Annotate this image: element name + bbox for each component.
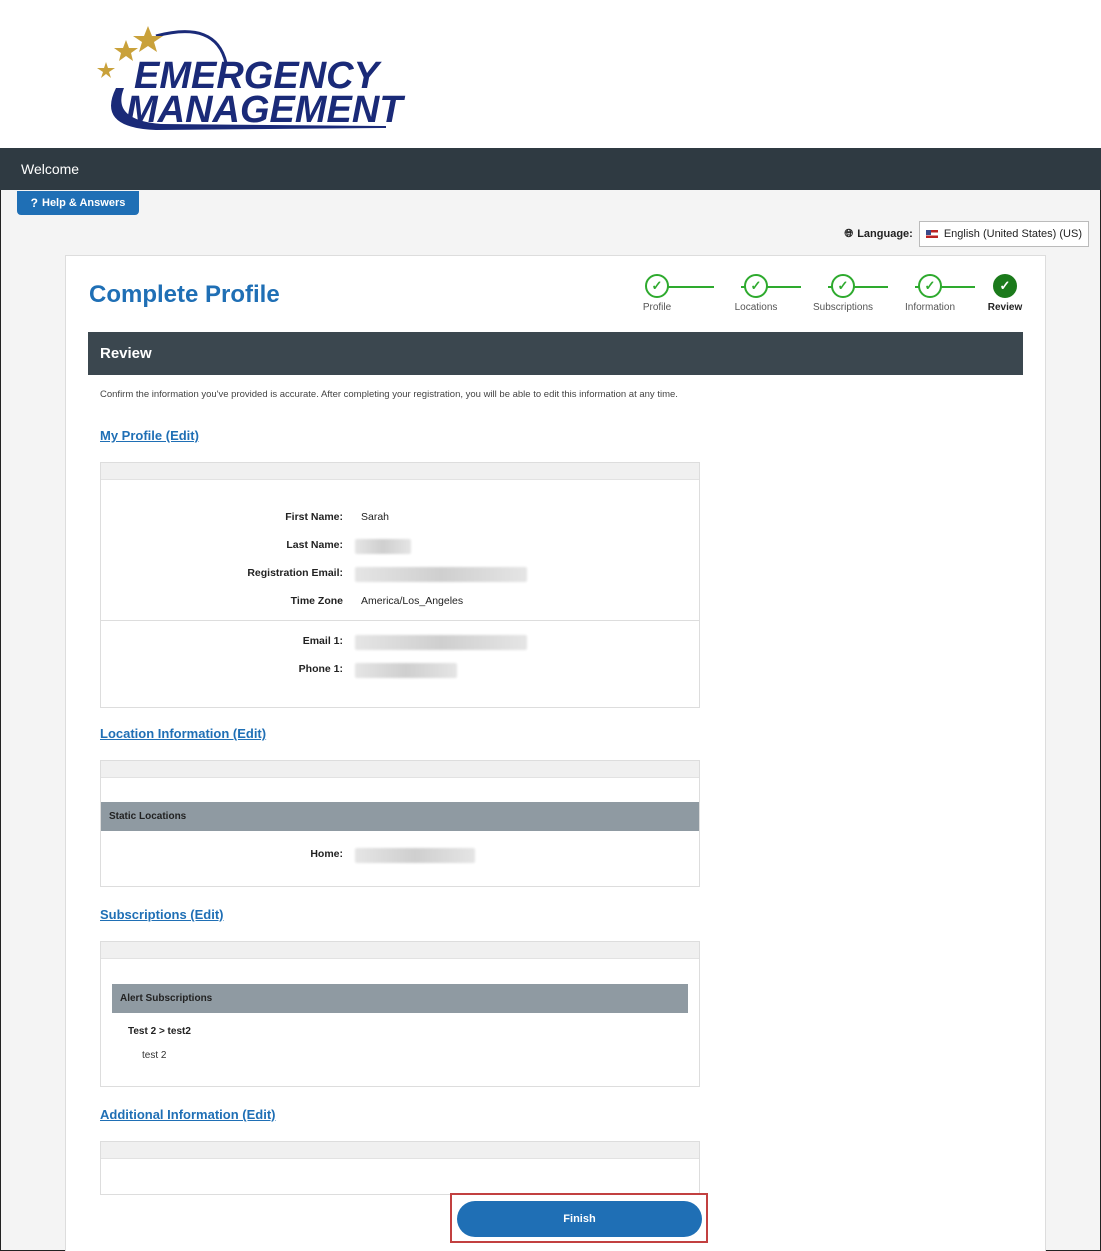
step-label: Locations <box>734 302 778 313</box>
field-label: First Name: <box>285 511 343 523</box>
panel-header-band <box>101 761 699 778</box>
field-phone-1: Phone 1: <box>101 663 701 679</box>
field-label: Home: <box>310 848 343 860</box>
location-panel: Static Locations Home: <box>100 760 700 887</box>
page-title: Complete Profile <box>89 281 280 308</box>
language-selected: English (United States) (US) <box>943 228 1082 240</box>
additional-info-panel <box>100 1141 700 1195</box>
step-locations[interactable]: ✓ Locations <box>711 274 801 313</box>
emergency-management-logo: EMERGENCY MANAGEMENT <box>97 26 405 131</box>
field-label: Last Name: <box>286 539 343 551</box>
step-label: Review <box>987 302 1023 313</box>
field-label: Email 1: <box>302 635 343 647</box>
subscription-item-title: Test 2 > test2 <box>128 1026 191 1037</box>
language-label-text: Language: <box>857 228 913 240</box>
field-label: Time Zone <box>290 595 343 607</box>
logo-line2: MANAGEMENT <box>126 89 405 131</box>
step-label: Profile <box>642 302 672 313</box>
panel-header-band <box>101 1142 699 1159</box>
step-label: Subscriptions <box>812 302 874 313</box>
check-icon: ✓ <box>744 274 768 298</box>
panel-header-band <box>101 942 699 959</box>
redacted-value <box>355 663 457 678</box>
language-selector: 🌐︎ Language: English (United States) (US… <box>844 221 1089 247</box>
check-icon: ✓ <box>645 274 669 298</box>
profile-card: Complete Profile ✓ Profile ✓ Locations ✓… <box>65 255 1046 1251</box>
welcome-text: Welcome <box>21 161 80 177</box>
confirm-text: Confirm the information you've provided … <box>100 389 678 400</box>
welcome-bar: Welcome <box>0 148 1101 190</box>
question-icon: ? <box>30 196 38 210</box>
field-home: Home: <box>101 848 701 864</box>
static-locations-header: Static Locations <box>101 802 699 831</box>
my-profile-edit-link[interactable]: My Profile (Edit) <box>100 428 199 443</box>
my-profile-panel: First Name: Sarah Last Name: Registratio… <box>100 462 700 708</box>
redacted-value <box>355 848 475 863</box>
redacted-value <box>355 567 527 582</box>
header: EMERGENCY MANAGEMENT <box>0 0 1101 148</box>
check-icon: ✓ <box>831 274 855 298</box>
field-time-zone: Time Zone America/Los_Angeles <box>101 595 701 611</box>
field-registration-email: Registration Email: <box>101 567 701 583</box>
field-email-1: Email 1: <box>101 635 701 651</box>
review-header: Review <box>88 332 1023 375</box>
field-last-name: Last Name: <box>101 539 701 555</box>
field-value: Sarah <box>361 511 390 523</box>
field-label: Registration Email: <box>247 567 343 579</box>
language-label: 🌐︎ Language: <box>844 228 912 241</box>
help-answers-label: Help & Answers <box>42 197 126 209</box>
step-subscriptions[interactable]: ✓ Subscriptions <box>798 274 888 313</box>
subscriptions-panel: Alert Subscriptions Test 2 > test2 test … <box>100 941 700 1087</box>
divider <box>101 620 699 621</box>
finish-label: Finish <box>563 1213 596 1225</box>
us-flag-icon <box>925 230 938 238</box>
additional-info-edit-link[interactable]: Additional Information (Edit) <box>100 1107 275 1122</box>
globe-icon: 🌐︎ <box>844 227 854 240</box>
step-profile[interactable]: ✓ Profile <box>612 274 702 313</box>
check-icon: ✓ <box>993 274 1017 298</box>
field-label: Phone 1: <box>298 663 343 675</box>
field-value: America/Los_Angeles <box>361 595 464 607</box>
step-label: Information <box>904 302 956 313</box>
language-dropdown[interactable]: English (United States) (US) <box>918 221 1089 247</box>
progress-stepper: ✓ Profile ✓ Locations ✓ Subscriptions ✓ … <box>626 274 1036 319</box>
panel-header-band <box>101 463 699 480</box>
redacted-value <box>355 539 411 554</box>
subscription-item-sub: test 2 <box>142 1050 167 1061</box>
finish-button[interactable]: Finish <box>457 1201 702 1237</box>
location-info-edit-link[interactable]: Location Information (Edit) <box>100 726 266 741</box>
alert-subscriptions-header: Alert Subscriptions <box>112 984 688 1013</box>
step-review[interactable]: ✓ Review <box>960 274 1050 313</box>
redacted-value <box>355 635 527 650</box>
field-first-name: First Name: Sarah <box>101 511 701 527</box>
subscriptions-edit-link[interactable]: Subscriptions (Edit) <box>100 907 224 922</box>
check-icon: ✓ <box>918 274 942 298</box>
help-answers-button[interactable]: ? Help & Answers <box>17 191 139 215</box>
